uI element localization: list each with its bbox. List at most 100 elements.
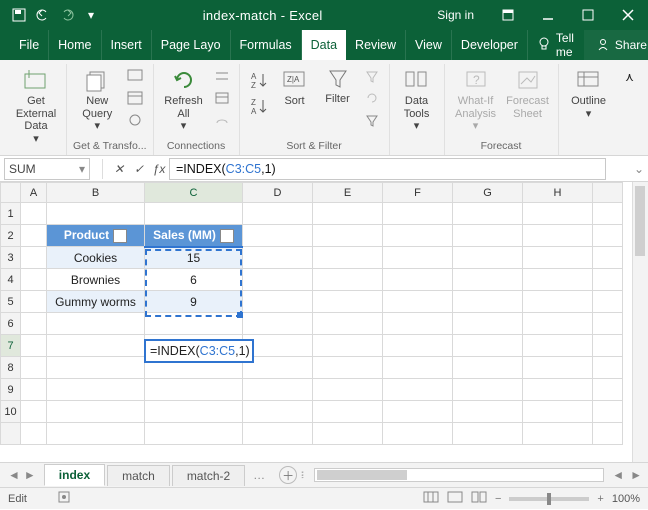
tab-data[interactable]: Data (302, 30, 346, 60)
filter-dropdown-icon[interactable]: ▾ (220, 229, 234, 243)
from-table-icon[interactable] (124, 88, 146, 108)
recent-sources-icon[interactable] (124, 110, 146, 130)
refresh-all-button[interactable]: Refresh All ▾ (160, 64, 208, 133)
zoom-slider[interactable] (509, 497, 589, 501)
sheet-tab-match[interactable]: match (107, 465, 170, 486)
scroll-right-icon[interactable]: ► (630, 468, 648, 482)
sort-button[interactable]: Z|A Sort (275, 64, 315, 108)
col-header[interactable]: A (21, 183, 47, 203)
connections-icon[interactable] (211, 66, 233, 86)
zoom-value[interactable]: 100% (612, 493, 640, 505)
macro-recorder-icon[interactable] (57, 490, 71, 507)
row-header[interactable]: 3 (1, 247, 21, 269)
sign-in-link[interactable]: Sign in (423, 8, 488, 22)
chevron-down-icon[interactable]: ▾ (79, 162, 85, 176)
cancel-formula-icon[interactable]: ✕ (109, 162, 129, 176)
scroll-thumb[interactable] (317, 470, 407, 480)
tell-me[interactable]: Tell me (528, 30, 584, 60)
col-header[interactable]: E (313, 183, 383, 203)
more-sheets-icon[interactable]: … (247, 468, 271, 482)
row-header[interactable]: 2 (1, 225, 21, 247)
row-header[interactable]: 1 (1, 203, 21, 225)
select-all-cell[interactable] (1, 183, 21, 203)
page-break-view-icon[interactable] (471, 491, 487, 506)
cell[interactable]: Gummy worms (47, 291, 145, 313)
share-button[interactable]: Share (584, 30, 648, 60)
table-header-product[interactable]: Product▾ (47, 225, 145, 247)
vertical-scrollbar[interactable] (632, 182, 648, 462)
add-sheet-button[interactable]: ＋ (279, 466, 297, 484)
formula-bar[interactable]: =INDEX(C3:C5,1) (169, 158, 606, 180)
col-header[interactable]: H (523, 183, 593, 203)
name-box[interactable]: SUM ▾ (4, 158, 90, 180)
expand-formula-bar-icon[interactable]: ⌄ (630, 162, 648, 176)
outline-button[interactable]: Outline ▾ (565, 64, 613, 120)
sheet-tab-match-2[interactable]: match-2 (172, 465, 245, 486)
scroll-left-icon[interactable]: ◄ (612, 468, 630, 482)
tab-file[interactable]: File (10, 30, 49, 60)
tab-insert[interactable]: Insert (102, 30, 152, 60)
tab-page-layout[interactable]: Page Layo (152, 30, 231, 60)
show-queries-icon[interactable] (124, 66, 146, 86)
get-external-data-button[interactable]: Get External Data ▾ (12, 64, 60, 146)
zoom-in-icon[interactable]: + (597, 493, 603, 505)
row-header[interactable]: 7 (1, 335, 21, 357)
cell[interactable]: Brownies (47, 269, 145, 291)
data-tools-button[interactable]: Data Tools ▾ (396, 64, 438, 133)
row-header[interactable]: 8 (1, 357, 21, 379)
clear-filter-icon[interactable] (361, 66, 383, 86)
tab-home[interactable]: Home (49, 30, 101, 60)
sheet-tab-index[interactable]: index (44, 464, 105, 486)
page-layout-view-icon[interactable] (447, 491, 463, 506)
tab-view[interactable]: View (406, 30, 452, 60)
qat-dropdown-icon[interactable]: ▾ (80, 4, 102, 26)
col-header[interactable] (593, 183, 623, 203)
what-if-button[interactable]: ? What-If Analysis ▾ (451, 64, 501, 133)
fx-icon[interactable]: ƒx (149, 162, 169, 176)
filter-dropdown-icon[interactable]: ▾ (113, 229, 127, 243)
tab-review[interactable]: Review (346, 30, 406, 60)
row-header[interactable]: 6 (1, 313, 21, 335)
cell[interactable]: 6 (145, 269, 243, 291)
zoom-knob[interactable] (547, 493, 551, 505)
maximize-button[interactable] (568, 0, 608, 30)
col-header[interactable]: F (383, 183, 453, 203)
edit-links-icon[interactable] (211, 110, 233, 130)
filter-button[interactable]: Filter (318, 64, 358, 106)
cell[interactable]: 15 (145, 247, 243, 269)
sort-desc-icon[interactable]: ZA (246, 94, 272, 118)
sort-asc-icon[interactable]: AZ (246, 68, 272, 92)
row-header[interactable]: 10 (1, 401, 21, 423)
col-header[interactable]: C (145, 183, 243, 203)
cell[interactable]: Cookies (47, 247, 145, 269)
collapse-ribbon-icon[interactable]: ⋏ (619, 64, 641, 155)
redo-icon[interactable] (56, 4, 78, 26)
next-sheet-icon[interactable]: ► (24, 468, 36, 482)
normal-view-icon[interactable] (423, 491, 439, 506)
prev-sheet-icon[interactable]: ◄ (8, 468, 20, 482)
active-cell[interactable]: =INDEX(C3:C5,1) (145, 340, 253, 362)
advanced-filter-icon[interactable] (361, 110, 383, 130)
col-header[interactable]: G (453, 183, 523, 203)
save-icon[interactable] (8, 4, 30, 26)
horizontal-scrollbar[interactable] (314, 468, 604, 482)
grid[interactable]: A B C D E F G H 1 2 Product▾ Sales (MM)▾… (0, 182, 632, 462)
zoom-out-icon[interactable]: − (495, 493, 501, 505)
col-header[interactable]: D (243, 183, 313, 203)
tab-developer[interactable]: Developer (452, 30, 528, 60)
row-header[interactable]: 5 (1, 291, 21, 313)
minimize-button[interactable] (528, 0, 568, 30)
forecast-sheet-button[interactable]: Forecast Sheet (504, 64, 552, 120)
enter-formula-icon[interactable]: ✓ (129, 162, 149, 176)
col-header[interactable]: B (47, 183, 145, 203)
ribbon-options-icon[interactable] (488, 0, 528, 30)
properties-icon[interactable] (211, 88, 233, 108)
scroll-thumb[interactable] (635, 186, 645, 256)
tab-formulas[interactable]: Formulas (231, 30, 302, 60)
new-query-button[interactable]: New Query ▾ (73, 64, 121, 133)
row-header[interactable]: 4 (1, 269, 21, 291)
row-header[interactable]: 9 (1, 379, 21, 401)
cell[interactable]: 9 (145, 291, 243, 313)
undo-icon[interactable] (32, 4, 54, 26)
reapply-icon[interactable] (361, 88, 383, 108)
